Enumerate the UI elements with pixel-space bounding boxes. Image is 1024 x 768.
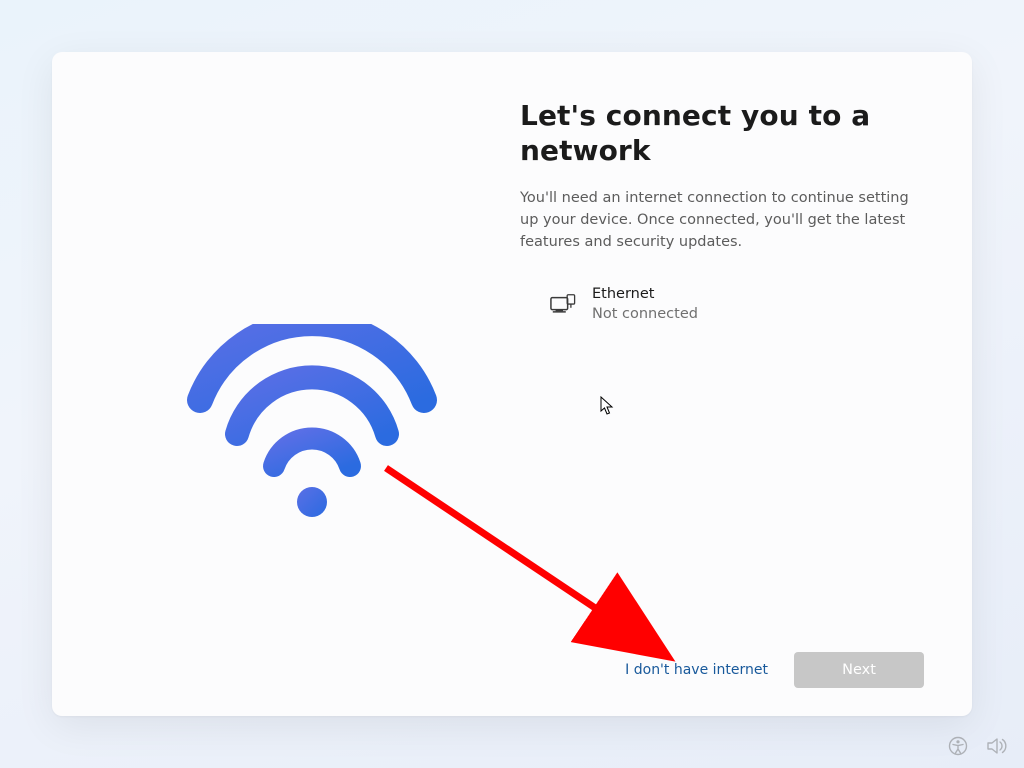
next-button[interactable]: Next (794, 652, 924, 688)
page-description: You'll need an internet connection to co… (520, 188, 924, 253)
illustration-pane (52, 52, 512, 716)
accessibility-icon[interactable] (948, 736, 968, 756)
setup-card: Let's connect you to a network You'll ne… (52, 52, 972, 716)
footer-row: I don't have internet Next (520, 652, 924, 688)
oobe-tray (948, 736, 1008, 756)
network-item-ethernet[interactable]: Ethernet Not connected (520, 279, 924, 330)
wifi-icon (182, 324, 442, 524)
network-status: Not connected (592, 305, 698, 325)
page-title: Let's connect you to a network (520, 98, 880, 168)
content-pane: Let's connect you to a network You'll ne… (512, 52, 972, 716)
volume-icon[interactable] (986, 736, 1008, 756)
no-internet-link[interactable]: I don't have internet (621, 656, 772, 684)
network-item-labels: Ethernet Not connected (592, 285, 698, 324)
ethernet-icon (550, 293, 576, 317)
network-name: Ethernet (592, 285, 698, 305)
